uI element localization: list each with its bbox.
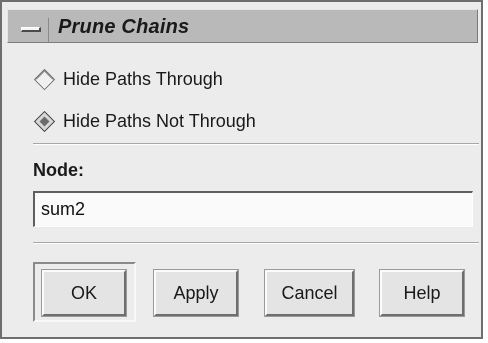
radio-unselected-icon[interactable] [35,69,54,89]
divider [33,143,479,145]
option-hide-paths-not-through[interactable]: Hide Paths Not Through [33,109,256,133]
option-label: Hide Paths Not Through [63,110,256,131]
node-input[interactable] [33,191,473,227]
option-label: Hide Paths Through [63,68,223,89]
window-menu-button[interactable] [15,18,49,42]
node-label: Node: [33,160,84,180]
ok-button[interactable]: OK [42,270,126,316]
title-bar[interactable]: Prune Chains [7,9,478,43]
window-title: Prune Chains [58,16,190,38]
option-hide-paths-through[interactable]: Hide Paths Through [33,67,223,91]
help-button[interactable]: Help [380,270,464,316]
divider [33,242,479,244]
window-menu-icon [21,27,41,32]
apply-button[interactable]: Apply [154,270,238,316]
cancel-button[interactable]: Cancel [265,270,354,316]
radio-selected-icon[interactable] [35,111,54,131]
